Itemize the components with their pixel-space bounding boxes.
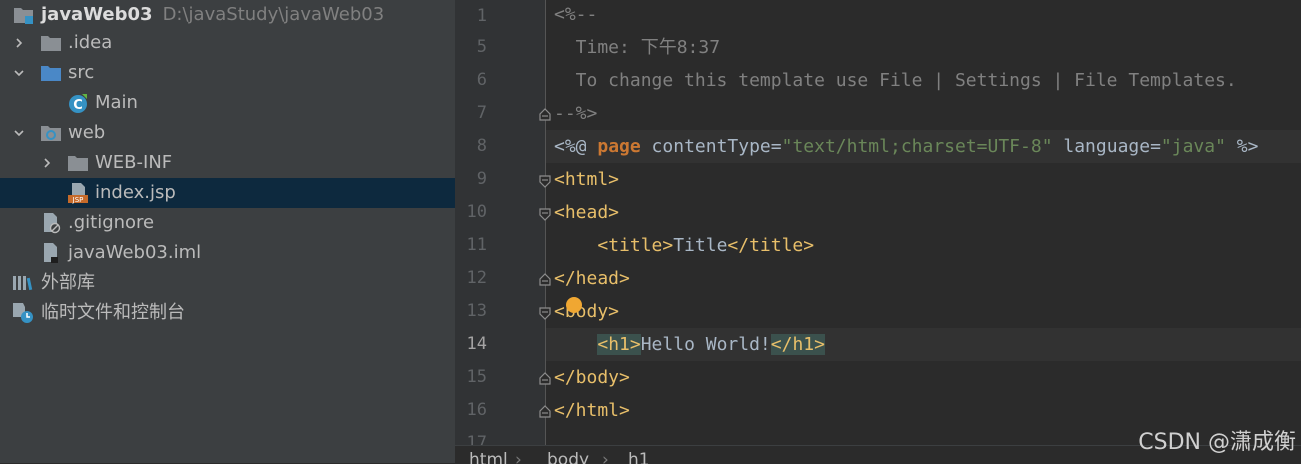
- code-line-5[interactable]: Time: 下午8:37: [554, 31, 720, 64]
- chevron-down-icon[interactable]: [10, 58, 28, 88]
- code-line-9[interactable]: <html>: [554, 163, 619, 196]
- code-line-15[interactable]: </body>: [554, 361, 630, 394]
- code-line-11[interactable]: <title>Title</title>: [554, 229, 814, 262]
- code-line-10[interactable]: <head>: [554, 196, 619, 229]
- tree-item-label: .idea: [68, 32, 113, 53]
- project-path: D:\javaStudy\javaWeb03: [162, 4, 385, 25]
- tree-item-gitignore[interactable]: .gitignore: [0, 208, 455, 238]
- tree-item-label: src: [68, 62, 95, 83]
- tree-item-idea[interactable]: .idea: [0, 28, 455, 58]
- chevron-down-icon[interactable]: [10, 118, 28, 148]
- breadcrumb-item[interactable]: h1: [628, 450, 650, 464]
- fold-end-icon[interactable]: [538, 273, 552, 287]
- line-number: 1: [476, 6, 487, 26]
- java-class-icon: C: [67, 92, 89, 114]
- fold-end-icon[interactable]: [538, 108, 552, 122]
- code-line-14[interactable]: <h1>Hello World!</h1>: [554, 328, 825, 361]
- code-line-16[interactable]: </html>: [554, 394, 630, 427]
- line-number: 10: [466, 202, 487, 222]
- tree-item-main[interactable]: C Main: [0, 88, 455, 118]
- tree-item-label: web: [68, 122, 106, 143]
- fold-end-icon[interactable]: [538, 372, 552, 386]
- code-line-1[interactable]: <%--: [554, 0, 597, 31]
- tree-item-iml[interactable]: javaWeb03.iml: [0, 238, 455, 268]
- fold-start-icon[interactable]: [538, 207, 552, 221]
- chevron-right-icon[interactable]: [38, 148, 56, 178]
- project-tree: javaWeb03 D:\javaStudy\javaWeb03 .idea sr…: [0, 0, 455, 463]
- line-number: 7: [476, 103, 487, 123]
- svg-text:C: C: [73, 98, 83, 113]
- fold-start-icon[interactable]: [538, 174, 552, 188]
- breadcrumb-item[interactable]: html: [469, 450, 508, 464]
- tree-item-label: Main: [95, 92, 138, 113]
- chevron-right-icon[interactable]: [10, 28, 28, 58]
- line-number: 13: [466, 301, 487, 321]
- line-number: 11: [466, 235, 487, 255]
- breadcrumb-separator-icon: ›: [515, 450, 522, 464]
- tree-item-web[interactable]: web: [0, 118, 455, 148]
- breadcrumb-separator-icon: ›: [602, 450, 609, 464]
- folder-icon: [40, 32, 62, 54]
- line-number: 16: [466, 400, 487, 420]
- fold-end-icon[interactable]: [538, 405, 552, 419]
- line-number: 9: [476, 169, 487, 189]
- source-folder-icon: [40, 62, 62, 84]
- folder-icon: [67, 152, 89, 174]
- code-line-8[interactable]: <%@ page contentType="text/html;charset=…: [554, 130, 1258, 163]
- line-number: 6: [476, 70, 487, 90]
- code-line-6[interactable]: To change this template use File | Setti…: [554, 64, 1237, 97]
- tree-item-label: .gitignore: [68, 212, 155, 233]
- tree-item-label: javaWeb03.iml: [68, 242, 202, 263]
- tree-item-external-libraries[interactable]: 外部库: [0, 268, 455, 298]
- tree-item-scratches[interactable]: 临时文件和控制台: [0, 298, 455, 328]
- project-name: javaWeb03: [41, 4, 153, 25]
- code-line-12[interactable]: </head>: [554, 262, 630, 295]
- code-line-13[interactable]: <body>: [554, 295, 619, 328]
- tree-item-label: index.jsp: [95, 182, 176, 203]
- tag-match-open: <h1>: [597, 334, 641, 355]
- tree-item-web-inf[interactable]: WEB-INF: [0, 148, 455, 178]
- tree-item-label: 临时文件和控制台: [41, 302, 185, 323]
- jsp-file-icon: JSP: [67, 182, 89, 204]
- tree-item-index-jsp[interactable]: JSP index.jsp: [0, 178, 455, 208]
- web-folder-icon: [40, 122, 62, 144]
- library-icon: [12, 272, 34, 294]
- breadcrumb-item[interactable]: body: [547, 450, 589, 464]
- tree-item-src[interactable]: src: [0, 58, 455, 88]
- module-folder-icon: [13, 4, 35, 26]
- tree-item-label: 外部库: [41, 272, 95, 293]
- intention-bulb-icon[interactable]: [566, 297, 582, 313]
- tag-match-close: </h1>: [770, 334, 825, 355]
- module-file-icon: [40, 242, 62, 264]
- line-number: 12: [466, 268, 487, 288]
- fold-start-icon[interactable]: [538, 306, 552, 320]
- watermark: CSDN @潇成衡: [1138, 430, 1296, 455]
- scratches-icon: [12, 302, 34, 324]
- svg-text:JSP: JSP: [72, 196, 84, 204]
- line-number: 15: [466, 367, 487, 387]
- tree-root[interactable]: javaWeb03 D:\javaStudy\javaWeb03: [0, 0, 455, 30]
- line-number: 5: [476, 37, 487, 57]
- tree-item-label: WEB-INF: [95, 152, 173, 173]
- line-number: 8: [476, 136, 487, 156]
- code-line-7[interactable]: --%>: [554, 97, 597, 130]
- ignore-file-icon: [40, 212, 62, 234]
- line-number-current: 14: [466, 334, 487, 354]
